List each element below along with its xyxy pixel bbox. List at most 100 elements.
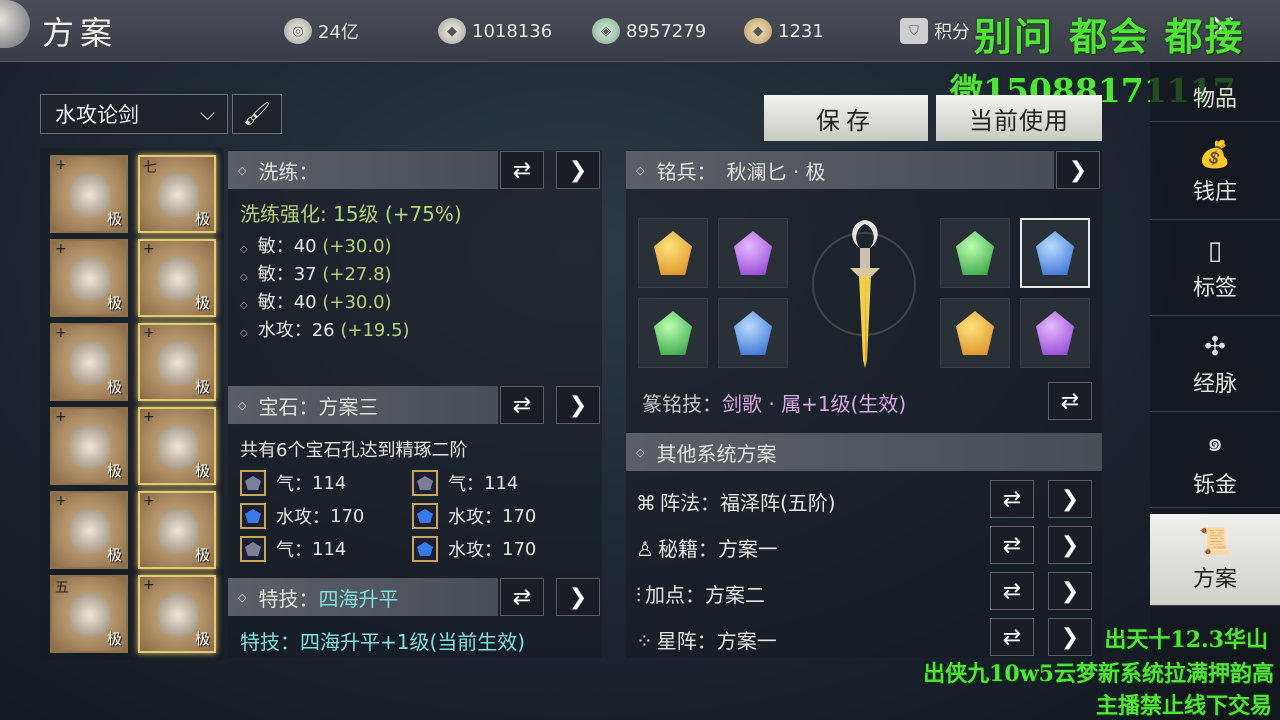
skill-swap-button[interactable]: ⇄ — [500, 578, 544, 616]
diamond-icon: ◇ — [238, 398, 247, 412]
chevron-right-icon: ❯ — [568, 157, 588, 183]
gem-slot[interactable] — [940, 298, 1010, 368]
stat-bonus: (+30.0) — [322, 236, 392, 257]
purple-gem-icon — [1036, 311, 1074, 355]
gem-slot[interactable] — [940, 218, 1010, 288]
engrave-value: 剑歌 · 属+1级(生效) — [722, 392, 907, 416]
points[interactable]: ⛉ 积分 — [900, 16, 970, 46]
resource-coins: ◎ 24亿 — [284, 16, 359, 46]
refine-swap-button[interactable]: ⇄ — [500, 151, 544, 189]
equipment-slot[interactable]: + 极 — [50, 491, 128, 569]
swap-icon: ⇄ — [512, 157, 532, 183]
gem-slot[interactable] — [638, 218, 708, 288]
plan-row-label: 加点： — [645, 583, 705, 607]
points-next-button[interactable]: ❯ — [1048, 572, 1092, 610]
equipment-item-icon — [70, 593, 110, 637]
plan-dropdown[interactable]: 水攻论剑 ⌵ — [40, 94, 228, 134]
equipment-item-icon — [70, 425, 110, 469]
sidebar-item-label: 物品 — [1192, 87, 1237, 112]
refine-header: ◇ 洗练： — [228, 151, 498, 189]
equipment-slot[interactable]: + 极 — [138, 491, 216, 569]
gems-swap-button[interactable]: ⇄ — [500, 386, 544, 424]
engrave-swap-button[interactable]: ⇄ — [1048, 382, 1092, 420]
diamond-icon: ◇ — [240, 272, 248, 283]
manual-next-button[interactable]: ❯ — [1048, 526, 1092, 564]
equipment-slot[interactable]: + 极 — [50, 407, 128, 485]
sidebar-item-meridian[interactable]: ✣ 经脉 — [1150, 318, 1280, 412]
skill-desc: 特技：四海升平+1级(当前生效) — [240, 630, 526, 654]
equipment-slot[interactable]: 五极 — [50, 575, 128, 653]
gem-slot[interactable] — [1020, 298, 1090, 368]
equipment-quality: 极 — [194, 210, 210, 228]
gems-plan: 方案三 — [318, 394, 379, 419]
equipment-slot[interactable]: 七极 — [138, 155, 216, 233]
star-swap-button[interactable]: ⇄ — [990, 618, 1034, 656]
diamond-icon: ◇ — [238, 590, 247, 604]
shield-icon: ⛉ — [900, 18, 928, 44]
plan-row-label: 阵法： — [660, 491, 720, 515]
skill-next-button[interactable]: ❯ — [556, 578, 600, 616]
stat-bonus: (+27.8) — [322, 264, 392, 285]
equipment-slot[interactable]: + 极 — [50, 239, 128, 317]
chevron-right-icon: ❯ — [1068, 157, 1088, 183]
gem-slot[interactable] — [1020, 218, 1090, 288]
stat-name: 敏： — [257, 236, 294, 257]
equipment-item-icon — [158, 593, 198, 637]
sidebar-item-plan[interactable]: 📜 方案 — [1150, 514, 1280, 606]
refine-stat: ◇ 水攻：26 (+19.5) — [240, 316, 410, 342]
equipment-slot[interactable]: + 极 — [138, 239, 216, 317]
sidebar-item-items[interactable]: 物品 — [1150, 62, 1280, 122]
gem-stat-name: 水攻： — [276, 507, 330, 528]
stat-value: 37 — [293, 264, 317, 285]
weapon-title: 铭兵： — [656, 159, 717, 184]
sidebar-item-gold[interactable]: ๑ 铄金 — [1150, 414, 1280, 508]
resource-value: 8957279 — [626, 20, 707, 42]
manual-swap-button[interactable]: ⇄ — [990, 526, 1034, 564]
gems-next-button[interactable]: ❯ — [556, 386, 600, 424]
equipment-refine-mark: + — [55, 157, 67, 173]
equipment-refine-mark: + — [55, 409, 67, 425]
dagger-icon — [850, 220, 880, 368]
weapon-header: ◇ 铭兵： 秋澜匕 · 极 — [626, 151, 1054, 189]
engrave-label: 篆铭技： — [642, 392, 722, 416]
sidebar-item-tags[interactable]: ▯ 标签 — [1150, 222, 1280, 316]
coin-icon: ◎ — [284, 18, 312, 44]
chevron-right-icon: ❯ — [568, 392, 588, 418]
formation-swap-button[interactable]: ⇄ — [990, 480, 1034, 518]
plan-row-star: ⁘ 星阵：方案一 — [636, 625, 777, 654]
equipment-item-icon — [158, 425, 198, 469]
equipment-slot[interactable]: + 极 — [138, 407, 216, 485]
swap-icon: ⇄ — [512, 392, 532, 418]
plan-row-label: 秘籍： — [657, 537, 718, 561]
equipment-item-icon — [70, 341, 110, 385]
star-next-button[interactable]: ❯ — [1048, 618, 1092, 656]
equipment-slot[interactable]: + 极 — [50, 323, 128, 401]
equipment-refine-mark: + — [143, 241, 155, 257]
formation-next-button[interactable]: ❯ — [1048, 480, 1092, 518]
sidebar-item-label: 铄金 — [1192, 473, 1237, 498]
points-swap-button[interactable]: ⇄ — [990, 572, 1034, 610]
gem-stat: 水攻： 170 — [412, 536, 536, 562]
page-title: 方案 — [42, 14, 119, 52]
gem-stat-name: 水攻： — [448, 540, 502, 561]
gem-slot[interactable] — [718, 298, 788, 368]
equipment-item-icon — [158, 173, 198, 217]
equipment-quality: 极 — [194, 630, 210, 648]
gem-stat: 水攻： 170 — [412, 503, 536, 529]
equipment-slot[interactable]: + 极 — [138, 575, 216, 653]
save-button[interactable]: 保存 — [764, 95, 928, 141]
gem-slot[interactable] — [718, 218, 788, 288]
use-current-button[interactable]: 当前使用 — [936, 95, 1102, 141]
gem-slot[interactable] — [638, 298, 708, 368]
equipment-slot[interactable]: + 极 — [138, 323, 216, 401]
other-plans-title: 其他系统方案 — [656, 441, 777, 466]
equipment-slot[interactable]: + 极 — [50, 155, 128, 233]
green-gem-icon — [956, 231, 994, 275]
gem-stat-value: 170 — [502, 505, 537, 527]
refine-next-button[interactable]: ❯ — [556, 151, 600, 189]
equipment-quality: 极 — [106, 462, 122, 480]
sidebar-item-bank[interactable]: 💰 钱庄 — [1150, 126, 1280, 220]
weapon-next-button[interactable]: ❯ — [1056, 151, 1100, 189]
meditation-icon: ♙ — [636, 537, 654, 561]
brush-button[interactable]: 🖌 — [232, 94, 282, 134]
